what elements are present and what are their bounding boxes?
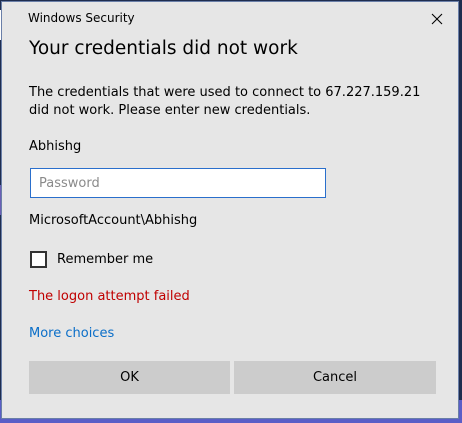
credentials-dialog: Windows Security Your credentials did no… [1,1,459,419]
close-icon [431,13,443,25]
domain-account-label: MicrosoftAccount\Abhishg [29,213,198,228]
remember-me-label: Remember me [57,251,154,267]
title-bar: Windows Security [2,2,458,34]
dialog-heading: Your credentials did not work [29,38,298,59]
dialog-message: The credentials that were used to connec… [29,85,421,118]
cancel-button[interactable]: Cancel [234,361,436,394]
close-button[interactable] [426,8,448,30]
remember-me-checkbox[interactable] [30,250,47,268]
more-choices-link[interactable]: More choices [29,326,114,341]
username-label: Abhishg [29,139,82,154]
window-title: Windows Security [28,11,135,25]
error-message: The logon attempt failed [29,289,190,304]
password-input[interactable] [30,168,326,198]
ok-button[interactable]: OK [29,361,230,394]
remember-me-option[interactable]: Remember me [30,248,153,270]
